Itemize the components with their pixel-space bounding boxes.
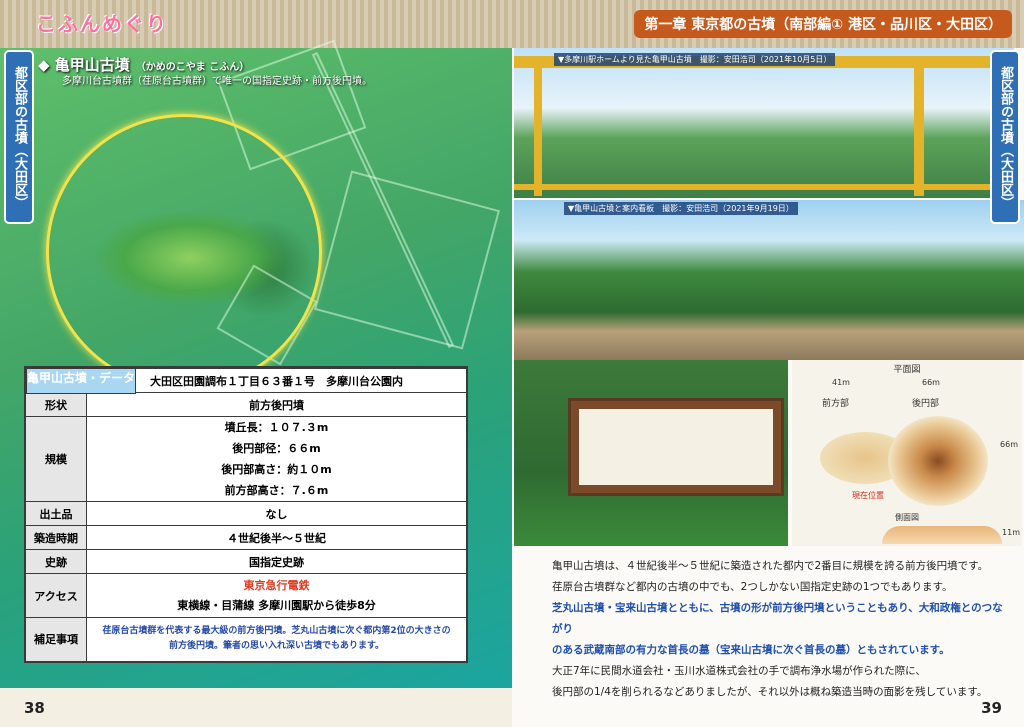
info-board [568,398,784,496]
desc-line: 亀甲山古墳は、４世紀後半～５世紀に築造された都内で2番目に規模を誇る前方後円墳で… [552,560,989,572]
side-view-mound [882,526,1002,544]
site-logo: こふんめぐり [36,12,168,36]
row-value: ４世紀後半～５世紀 [86,525,468,550]
platform-pillar [534,56,542,196]
rear-mound [888,416,988,506]
row-key: 形状 [24,392,87,417]
chapter-title: 第一章 東京都の古墳（南部編① 港区・品川区・大田区） [634,10,1012,38]
plan-dim-rear: 66m [922,378,940,387]
row-key: 築造時期 [24,525,87,550]
right-side-tab: 都区部の古墳（大田区） [990,50,1020,224]
row-key: 補足事項 [24,617,87,662]
description: 亀甲山古墳は、４世紀後半～５世紀に築造された都内で2番目に規模を誇る前方後円墳で… [552,556,1012,703]
desc-line-highlight: のある武蔵南部の有力な首長の墓（宝来山古墳に次ぐ首長の墓）ともされています。 [552,644,950,656]
desc-line: 荏原台古墳群など都内の古墳の中でも、2つしかない国指定史跡の1つでもあります。 [552,581,953,593]
row-value: 墳丘長：１０７.３m 後円部径：６６m 後円部高さ：約１０m 前方部高さ：７.６… [86,416,468,502]
scale-line: 後円部高さ：約１０m [221,463,332,476]
table-row: 史跡 国指定史跡 [24,549,468,574]
row-key: アクセス [24,573,87,618]
desc-line: 後円部の1/4を削られるなどありましたが、それ以外は概ね築造当時の面影を残してい… [552,686,988,698]
table-row: アクセス 東京急行電鉄 東横線・目蒲線 多摩川園駅から徒歩8分 [24,573,468,618]
plan-height: 11m [1002,528,1020,537]
photo-kofun-park: ▼亀甲山古墳と案内看板 撮影：安田浩司（2021年9月19日） [514,200,1024,360]
table-caption: 亀甲山古墳・データ [26,368,137,394]
row-value: 前方後円墳 [86,392,468,417]
kofun-plan-diagram: 平面図 41m 66m 前方部 後円部 66m 現在位置 側面図 11m [792,360,1022,546]
row-value: 大田区田園調布１丁目６３番１号 多摩川台公園内 [86,368,468,393]
plan-label-front: 前方部 [822,399,850,409]
row-key: 史跡 [24,549,87,574]
current-position-label: 現在位置 [852,491,884,500]
table-row: 築造時期 ４世紀後半～５世紀 [24,525,468,550]
scale-line: 墳丘長：１０７.３m [224,421,329,434]
desc-line-highlight: 芝丸山古墳・宝来山古墳とともに、古墳の形が前方後円墳ということもあり、大和政権と… [552,602,1003,635]
plan-dim-right: 66m [1000,440,1018,449]
scale-line: 前方部高さ：７.６m [224,484,329,497]
plan-title: 平面図 [893,365,921,375]
access-route: 東横線・目蒲線 多摩川園駅から徒歩8分 [177,598,376,612]
page-number-left: 38 [24,699,45,717]
row-value: 東京急行電鉄 東横線・目蒲線 多摩川園駅から徒歩8分 [86,573,468,618]
platform-rail [514,184,1014,190]
plan-label-rear: 後円部 [912,399,940,409]
table-row: 出土品 なし [24,501,468,526]
photo-info-board [514,360,788,546]
row-value: なし [86,501,468,526]
photo2-caption: ▼亀甲山古墳と案内看板 撮影：安田浩司（2021年9月19日） [564,202,798,215]
access-railway: 東京急行電鉄 [243,578,310,592]
right-page: 第一章 東京都の古墳（南部編① 港区・品川区・大田区） ▼多摩川駅ホームより見た… [512,0,1024,727]
side-view-title: 側面図 [895,513,919,522]
left-page: こふんめぐり 都区部の古墳（大田区） ◆ 亀甲山古墳 （かめのこやま こふん） 多… [0,0,512,727]
row-note: 荏原台古墳群を代表する最大級の前方後円墳。芝丸山古墳に次ぐ都内第2位の大きさの前… [86,617,468,662]
kofun-data-table: 亀甲山古墳・データ 所在地 大田区田園調布１丁目６３番１号 多摩川台公園内 形状… [24,366,468,663]
right-header: 第一章 東京都の古墳（南部編① 港区・品川区・大田区） [512,0,1024,48]
row-key: 出土品 [24,501,87,526]
photo1-caption: ▼多摩川駅ホームより見た亀甲山古墳 撮影：安田浩司（2021年10月5日） [554,53,836,66]
left-side-tab: 都区部の古墳（大田区） [4,50,34,224]
table-row: 形状 前方後円墳 [24,392,468,417]
photo-station-view: ▼多摩川駅ホームより見た亀甲山古墳 撮影：安田浩司（2021年10月5日） [514,48,1014,198]
plan-dim-front: 41m [832,378,850,387]
platform-pillar [914,56,924,196]
row-value: 国指定史跡 [86,549,468,574]
desc-line: 大正7年に民間水道会社・玉川水道株式会社の手で調布浄水場が作られた際に、 [552,665,926,677]
table-row: 補足事項 荏原台古墳群を代表する最大級の前方後円墳。芝丸山古墳に次ぐ都内第2位の… [24,617,468,662]
table-row: 規模 墳丘長：１０７.３m 後円部径：６６m 後円部高さ：約１０m 前方部高さ：… [24,416,468,502]
kofun-highlight-ring [46,114,322,390]
left-header: こふんめぐり [0,0,512,48]
row-key: 規模 [24,416,87,502]
scale-line: 後円部径：６６m [232,442,321,455]
kofun-subtitle: 多摩川台古墳群（荏原台古墳群）で唯一の国指定史跡・前方後円墳。 [62,76,372,87]
page-number-right: 39 [981,699,1002,717]
